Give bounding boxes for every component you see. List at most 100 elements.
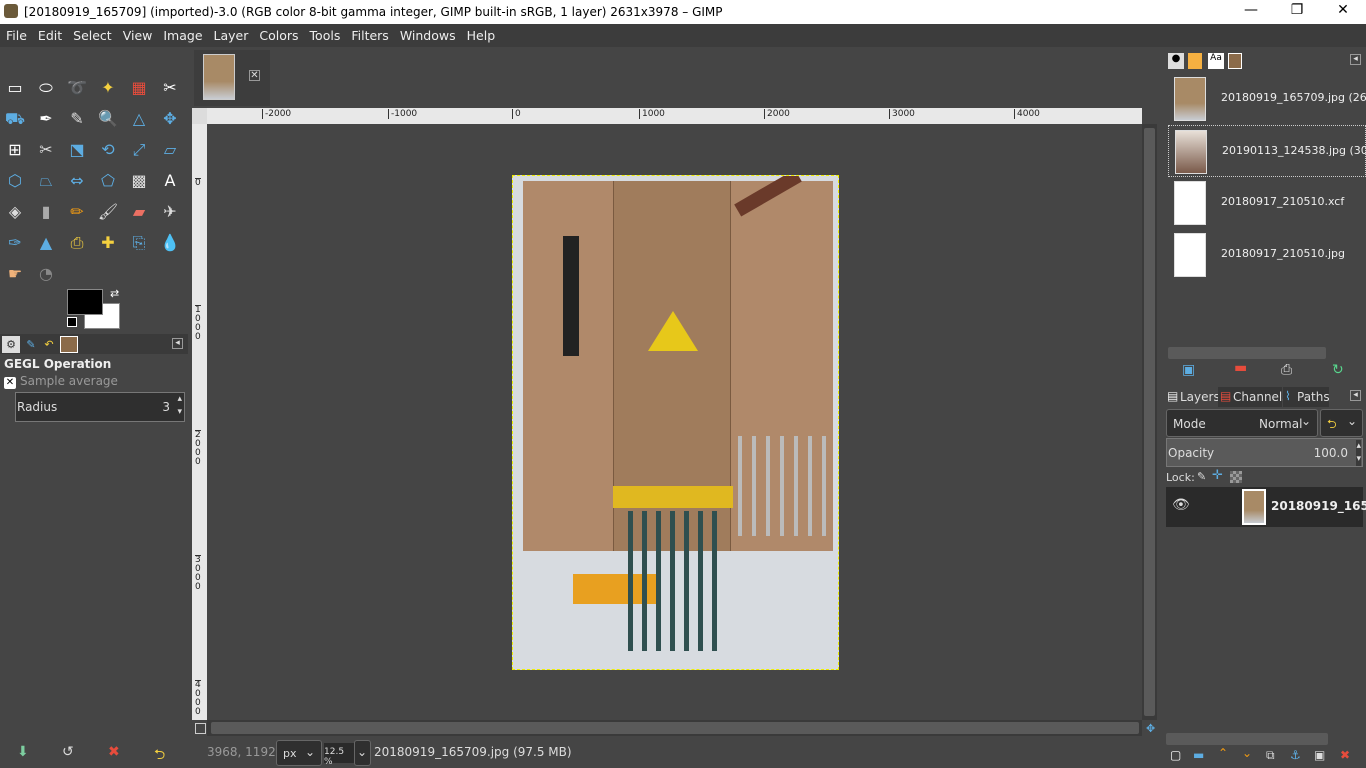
zoom-icon[interactable]: 🔍: [96, 107, 120, 131]
images-scrollbar[interactable]: [1168, 347, 1326, 359]
new-layer-icon[interactable]: ▢: [1170, 748, 1181, 762]
menu-image[interactable]: Image: [157, 24, 207, 43]
raise-layer-icon[interactable]: ⌃: [1218, 746, 1228, 760]
warp-icon[interactable]: ▩: [127, 169, 151, 193]
mypaint-brush-icon[interactable]: ▲: [34, 231, 58, 255]
move-icon[interactable]: ✥: [158, 107, 182, 131]
menu-view[interactable]: View: [117, 24, 158, 43]
new-view-icon[interactable]: ▣: [1182, 362, 1195, 378]
layer-name[interactable]: 20180919_1657: [1271, 499, 1366, 513]
radius-value[interactable]: 3: [162, 400, 170, 414]
flip-icon[interactable]: ⇔: [65, 169, 89, 193]
delete-options-icon[interactable]: ✖: [108, 744, 120, 760]
foreground-select-icon[interactable]: ⛟: [3, 107, 27, 131]
foreground-color[interactable]: [67, 289, 103, 315]
menu-select[interactable]: Select: [67, 24, 117, 43]
lock-alpha-icon[interactable]: [1230, 471, 1242, 483]
eraser-icon[interactable]: ▰: [127, 200, 151, 224]
menu-windows[interactable]: Windows: [394, 24, 461, 43]
layer-row[interactable]: 👁 20180919_1657: [1166, 487, 1366, 527]
tab-layers[interactable]: ▤ Layers: [1165, 387, 1220, 407]
unified-transform-icon[interactable]: ⬔: [65, 138, 89, 162]
image-list-item[interactable]: 20180917_210510.jpg: [1168, 229, 1366, 281]
lock-pixels-icon[interactable]: ✎: [1197, 470, 1206, 483]
paths-icon[interactable]: ✒: [34, 107, 58, 131]
shear-icon[interactable]: ▱: [158, 138, 182, 162]
unit-select[interactable]: px ⌄: [276, 740, 322, 766]
lock-position-icon[interactable]: ✛: [1212, 468, 1223, 483]
anchor-layer-icon[interactable]: ⚓: [1290, 748, 1301, 762]
visibility-eye-icon[interactable]: 👁: [1172, 497, 1190, 513]
ruler-corner[interactable]: [192, 108, 207, 124]
new-group-icon[interactable]: ▬: [1193, 748, 1204, 762]
restore-options-icon[interactable]: ↺: [62, 744, 74, 760]
scissors-select-icon[interactable]: ✂: [158, 76, 182, 100]
minimize-button[interactable]: —: [1228, 2, 1274, 18]
sample-average-checkbox[interactable]: ✕ Sample average: [4, 374, 118, 389]
perspective-clone-icon[interactable]: ⎘: [127, 231, 151, 255]
horizontal-scroll-thumb[interactable]: [211, 722, 1139, 734]
image-list-item[interactable]: 20190113_124538.jpg (3024: [1168, 125, 1366, 177]
3d-transform-icon[interactable]: ⏢: [34, 169, 58, 193]
fuzzy-select-icon[interactable]: ✦: [96, 76, 120, 100]
opacity-slider[interactable]: Opacity 100.0 ▴ ▾: [1166, 438, 1363, 467]
raise-display-icon[interactable]: ⎙: [1281, 362, 1292, 378]
rotate-icon[interactable]: ⟲: [96, 138, 120, 162]
pencil-icon[interactable]: ✏: [65, 200, 89, 224]
tab-channels[interactable]: ▤ Channels: [1218, 387, 1289, 407]
clone-icon[interactable]: ⎙: [65, 231, 89, 255]
delete-layer-icon[interactable]: ✖: [1340, 748, 1350, 762]
rect-select-icon[interactable]: ▭: [3, 76, 27, 100]
free-select-icon[interactable]: ➰: [65, 76, 89, 100]
image-list-item[interactable]: 20180917_210510.xcf: [1168, 177, 1366, 229]
image-canvas[interactable]: [512, 175, 839, 670]
vertical-ruler[interactable]: 0 1000 2000 3000 4000: [192, 124, 207, 720]
heal-icon[interactable]: ✚: [96, 231, 120, 255]
align-icon[interactable]: ⊞: [3, 138, 27, 162]
zoom-dropdown[interactable]: ⌄: [354, 740, 371, 766]
color-picker-icon[interactable]: ✎: [65, 107, 89, 131]
image-tab[interactable]: ✕: [194, 50, 270, 106]
menu-help[interactable]: Help: [461, 24, 501, 43]
measure-icon[interactable]: △: [127, 107, 151, 131]
undo-history-icon[interactable]: ↶: [40, 336, 58, 353]
duplicate-layer-icon[interactable]: ⧉: [1266, 748, 1275, 763]
tab-paths[interactable]: ⌇ Paths: [1283, 387, 1330, 407]
ellipse-select-icon[interactable]: ⬭: [34, 76, 58, 100]
navigate-icon[interactable]: ✥: [1146, 722, 1155, 735]
image-list-item[interactable]: 20180919_165709.jpg (2631: [1168, 73, 1366, 125]
mode-select[interactable]: Mode Normal ⌄: [1166, 409, 1318, 437]
composite-mode-select[interactable]: ⮌ ⌄: [1320, 409, 1363, 437]
cage-icon[interactable]: ⬠: [96, 169, 120, 193]
images-icon[interactable]: [60, 336, 78, 353]
images-tab-icon[interactable]: [1228, 53, 1242, 69]
menu-file[interactable]: File: [0, 24, 32, 43]
close-tab-icon[interactable]: ✕: [249, 70, 260, 81]
maximize-button[interactable]: ❐: [1274, 2, 1320, 18]
crop-icon[interactable]: ✂: [34, 138, 58, 162]
gradient-icon[interactable]: ▮: [34, 200, 58, 224]
ink-icon[interactable]: ✑: [3, 231, 27, 255]
dodge-burn-icon[interactable]: ◔: [34, 262, 58, 286]
swap-colors-icon[interactable]: ⇄: [110, 287, 119, 300]
zoom-input[interactable]: 12.5 %: [324, 743, 354, 767]
mask-icon[interactable]: ▣: [1314, 748, 1325, 762]
device-status-icon[interactable]: ✎: [22, 336, 40, 353]
patterns-tab-icon[interactable]: [1188, 53, 1202, 69]
opacity-value[interactable]: 100.0: [1314, 446, 1348, 460]
quick-mask-toggle[interactable]: [195, 723, 206, 734]
menu-edit[interactable]: Edit: [32, 24, 67, 43]
perspective-icon[interactable]: ⬡: [3, 169, 27, 193]
vertical-scroll-thumb[interactable]: [1144, 128, 1155, 716]
layers-scrollbar[interactable]: [1166, 733, 1328, 745]
tool-options-icon[interactable]: ⚙: [2, 336, 20, 353]
panel-menu-icon[interactable]: ◂: [172, 338, 183, 349]
panel-menu-icon[interactable]: ◂: [1350, 390, 1361, 401]
reset-options-icon[interactable]: ⮌: [154, 744, 165, 768]
save-options-icon[interactable]: ⬇: [17, 744, 29, 760]
smudge-icon[interactable]: ☛: [3, 262, 27, 286]
delete-image-icon[interactable]: ▬: [1234, 360, 1247, 376]
lower-layer-icon[interactable]: ⌄: [1242, 746, 1252, 760]
refresh-icon[interactable]: ↻: [1332, 362, 1344, 378]
horizontal-scrollbar[interactable]: [207, 720, 1142, 736]
